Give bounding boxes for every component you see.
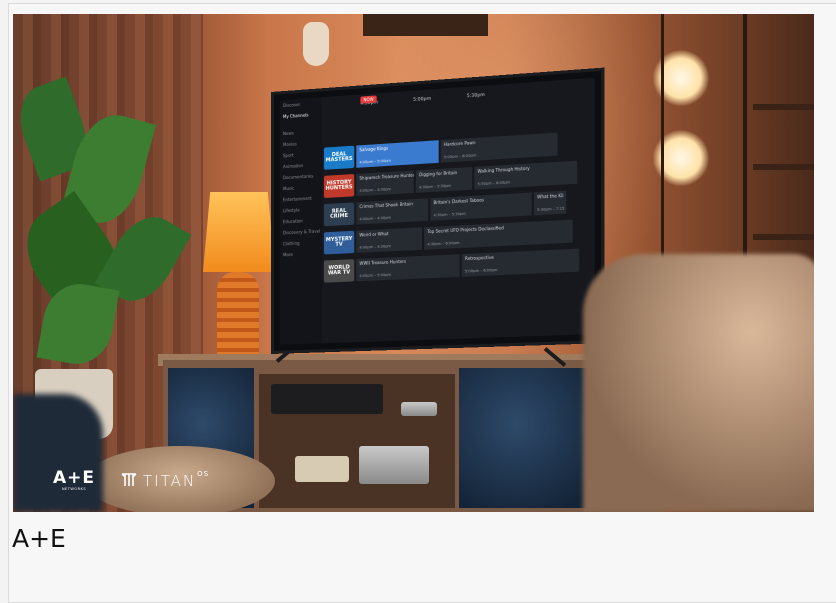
program-title: Britain's Darkest Taboos: [433, 197, 484, 206]
channel-logo[interactable]: WORLD WAR TV: [323, 259, 355, 283]
titan-os-logo: TITAN OS: [121, 470, 210, 490]
program-title: Retrospective: [464, 254, 494, 262]
program-time: 4:30pm – 5:30pm: [418, 183, 452, 190]
channel-logo[interactable]: DEAL MASTERS: [323, 145, 355, 170]
card-title: A+E: [12, 524, 66, 553]
tv-guide: Discover My Channels News Movies Sport Animat…: [279, 77, 595, 345]
small-device: [401, 402, 437, 416]
program-time: 5:30pm – 7:15: [537, 206, 565, 213]
lamp-shade: [203, 192, 275, 272]
program-title: WWII Treasure Hunters: [359, 258, 407, 266]
program-cell[interactable]: Shipwreck Treasure Hunter 4:00pm – 4:30pm: [356, 170, 414, 197]
television: Discover My Channels News Movies Sport Animat…: [271, 67, 605, 354]
program-cell[interactable]: What the Kil 5:30pm – 7:15: [533, 190, 567, 216]
program-time: 4:00pm – 4:30pm: [359, 244, 392, 250]
sofa: [583, 254, 814, 512]
time-slot: 5:00pm: [413, 96, 432, 103]
shelf-board: [753, 164, 814, 170]
ae-logo-text: A+E: [53, 468, 96, 488]
hero-image: Discover My Channels News Movies Sport Animat…: [13, 14, 814, 512]
ae-networks-logo: A+E NETWORKS: [53, 468, 95, 491]
program-cell[interactable]: Top Secret UFO Projects Declassified 4:30…: [424, 219, 573, 250]
wall-shelf: [363, 14, 488, 36]
program-cell[interactable]: WWII Treasure Hunters 4:00pm – 5:00pm: [356, 254, 460, 282]
now-badge: NOW: [360, 95, 377, 104]
time-slot: 5:30pm: [466, 92, 485, 99]
program-title: What the Kil: [537, 192, 564, 200]
program-title: Digging for Britain: [418, 169, 458, 178]
program-time: 4:00pm – 4:30pm: [359, 187, 392, 193]
program-cell[interactable]: Hardcore Pawn 5:00pm – 6:00pm: [440, 132, 558, 163]
titan-mark-icon: [121, 473, 137, 486]
program-cell[interactable]: Walking Through History 5:30pm – 6:00pm: [474, 160, 578, 190]
books: [295, 456, 349, 482]
program-time: 4:00pm – 4:30pm: [359, 215, 392, 222]
program-title: Salvage Kings: [359, 145, 389, 153]
program-cell[interactable]: Salvage Kings 4:00pm – 5:00pm: [356, 140, 439, 168]
program-title: Top Secret UFO Projects Declassified: [427, 225, 504, 235]
channel-logo[interactable]: MYSTERY TV: [323, 230, 355, 255]
foreground-blur: [13, 394, 103, 512]
program-cell[interactable]: Britain's Darkest Taboos 4:30pm – 5:30pm: [430, 192, 532, 221]
titan-wordmark: TITAN: [143, 472, 197, 490]
audio-receiver: [359, 446, 429, 484]
program-title: Hardcore Pawn: [443, 139, 476, 148]
program-title: Crimes That Shook Britain: [359, 201, 413, 210]
program-time: 4:00pm – 5:00pm: [359, 158, 392, 165]
program-title: Weird or What: [359, 231, 389, 238]
program-cell[interactable]: Weird or What 4:00pm – 4:30pm: [356, 227, 423, 253]
shelf-board: [753, 104, 814, 110]
program-time: 4:30pm – 5:30pm: [433, 211, 466, 218]
program-time: 5:00pm – 6:00pm: [443, 153, 477, 160]
wall-sconce: [303, 22, 329, 66]
cabinet-door: [459, 368, 603, 508]
titan-os-superscript: OS: [197, 470, 210, 478]
program-title: Walking Through History: [477, 165, 530, 174]
lamp-base: [217, 272, 259, 358]
channel-logo[interactable]: HISTORY HUNTERS: [323, 174, 355, 199]
guide-menu-item[interactable]: More: [280, 248, 322, 261]
media-player: [271, 384, 383, 414]
guide-menu: Discover My Channels News Movies Sport Animat…: [279, 97, 322, 345]
shelf-board: [753, 234, 814, 240]
program-cell[interactable]: Retrospective 5:00pm – 6:00pm: [461, 248, 580, 277]
program-time: 5:00pm – 6:00pm: [464, 267, 498, 274]
program-time: 4:00pm – 5:00pm: [359, 272, 392, 279]
channel-logo[interactable]: REAL CRIME: [323, 202, 355, 227]
program-time: 4:30pm – 6:00pm: [427, 240, 460, 247]
program-cell[interactable]: Crimes That Shook Britain 4:00pm – 4:30pm: [356, 198, 429, 225]
program-title: Shipwreck Treasure Hunter: [359, 172, 414, 181]
program-time: 5:30pm – 6:00pm: [477, 180, 511, 187]
program-cell[interactable]: Digging for Britain 4:30pm – 5:30pm: [415, 166, 473, 193]
